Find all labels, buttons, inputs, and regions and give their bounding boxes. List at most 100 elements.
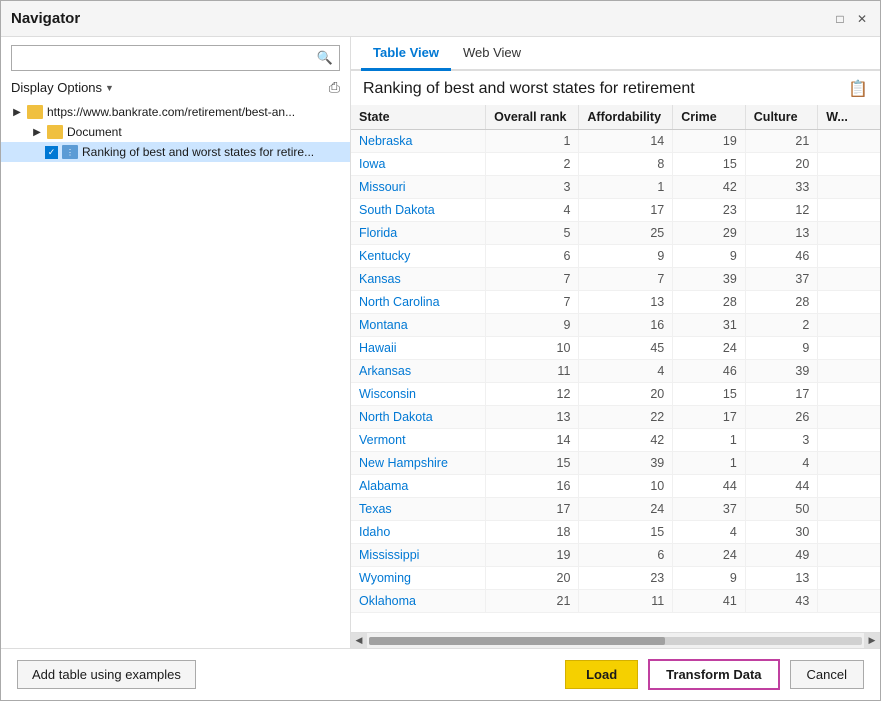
cell-state[interactable]: Mississippi [351, 544, 486, 567]
table-row: Iowa281520 [351, 153, 880, 176]
cell-state[interactable]: Wisconsin [351, 383, 486, 406]
scroll-left-button[interactable]: ◀ [351, 633, 367, 649]
search-button[interactable]: 🔍 [311, 46, 339, 70]
cell-afford: 14 [579, 130, 673, 153]
tree-arrow-url: ▶ [11, 107, 23, 118]
cell-culture: 49 [745, 544, 818, 567]
minimize-button[interactable]: □ [832, 11, 848, 27]
tab-web-view[interactable]: Web View [451, 37, 533, 71]
footer: Add table using examples Load Transform … [1, 648, 880, 700]
display-options-button[interactable]: Display Options ▼ [11, 80, 114, 95]
right-panel: Table View Web View Ranking of best and … [351, 37, 880, 648]
cell-crime: 24 [673, 337, 746, 360]
cell-state[interactable]: South Dakota [351, 199, 486, 222]
cell-state[interactable]: North Carolina [351, 291, 486, 314]
tree-checkbox-table[interactable]: ✓ [45, 146, 58, 159]
tab-table-view[interactable]: Table View [361, 37, 451, 71]
cell-state[interactable]: Vermont [351, 429, 486, 452]
tree-item-document[interactable]: ▶ Document [1, 122, 350, 142]
transform-data-button[interactable]: Transform Data [648, 659, 779, 690]
cell-afford: 6 [579, 544, 673, 567]
refresh-icon[interactable]: ⎙ [329, 79, 340, 96]
cell-w [818, 268, 880, 291]
table-row: Vermont144213 [351, 429, 880, 452]
content-header: Ranking of best and worst states for ret… [351, 71, 880, 105]
cell-crime: 9 [673, 245, 746, 268]
cell-state[interactable]: New Hampshire [351, 452, 486, 475]
cell-rank: 20 [486, 567, 579, 590]
table-row: Texas17243750 [351, 498, 880, 521]
search-bar: 🔍 [11, 45, 340, 71]
cell-rank: 7 [486, 291, 579, 314]
cell-state[interactable]: Arkansas [351, 360, 486, 383]
table-row: Alabama16104444 [351, 475, 880, 498]
tree-item-url[interactable]: ▶ https://www.bankrate.com/retirement/be… [1, 102, 350, 122]
close-button[interactable]: ✕ [854, 11, 870, 27]
cell-rank: 4 [486, 199, 579, 222]
table-scroll[interactable]: State Overall rank Affordability Crime C… [351, 105, 880, 632]
left-panel: 🔍 Display Options ▼ ⎙ ▶ https://www.bank… [1, 37, 351, 648]
table-row: Kansas773937 [351, 268, 880, 291]
cell-w [818, 567, 880, 590]
cell-state[interactable]: Iowa [351, 153, 486, 176]
table-header-row: State Overall rank Affordability Crime C… [351, 105, 880, 130]
cell-culture: 44 [745, 475, 818, 498]
cell-afford: 8 [579, 153, 673, 176]
cell-crime: 37 [673, 498, 746, 521]
cell-rank: 12 [486, 383, 579, 406]
cell-w [818, 590, 880, 613]
cell-rank: 6 [486, 245, 579, 268]
cell-state[interactable]: Kentucky [351, 245, 486, 268]
cell-state[interactable]: Florida [351, 222, 486, 245]
add-table-button[interactable]: Add table using examples [17, 660, 196, 689]
load-button[interactable]: Load [565, 660, 638, 689]
cancel-button[interactable]: Cancel [790, 660, 864, 689]
cell-rank: 11 [486, 360, 579, 383]
cell-state[interactable]: Idaho [351, 521, 486, 544]
tree-item-table[interactable]: ✓ ⋮ Ranking of best and worst states for… [1, 142, 350, 162]
cell-rank: 19 [486, 544, 579, 567]
cell-w [818, 521, 880, 544]
table-row: Idaho1815430 [351, 521, 880, 544]
cell-state[interactable]: Missouri [351, 176, 486, 199]
cell-w [818, 130, 880, 153]
cell-afford: 20 [579, 383, 673, 406]
footer-left: Add table using examples [17, 660, 196, 689]
cell-w [818, 176, 880, 199]
cell-afford: 23 [579, 567, 673, 590]
tree-document-label: Document [67, 125, 122, 139]
scroll-right-button[interactable]: ▶ [864, 633, 880, 649]
cell-state[interactable]: Oklahoma [351, 590, 486, 613]
cell-state[interactable]: Texas [351, 498, 486, 521]
cell-culture: 20 [745, 153, 818, 176]
export-icon[interactable]: 📋 [848, 79, 868, 99]
cell-culture: 50 [745, 498, 818, 521]
cell-crime: 1 [673, 429, 746, 452]
search-input[interactable] [12, 47, 311, 70]
cell-w [818, 222, 880, 245]
cell-culture: 13 [745, 222, 818, 245]
cell-culture: 46 [745, 245, 818, 268]
cell-state[interactable]: Nebraska [351, 130, 486, 153]
cell-rank: 7 [486, 268, 579, 291]
cell-culture: 9 [745, 337, 818, 360]
cell-state[interactable]: Wyoming [351, 567, 486, 590]
cell-w [818, 452, 880, 475]
tabs-row: Table View Web View [351, 37, 880, 71]
cell-state[interactable]: North Dakota [351, 406, 486, 429]
cell-state[interactable]: Kansas [351, 268, 486, 291]
cell-culture: 13 [745, 567, 818, 590]
cell-crime: 17 [673, 406, 746, 429]
cell-w [818, 544, 880, 567]
cell-rank: 3 [486, 176, 579, 199]
cell-state[interactable]: Alabama [351, 475, 486, 498]
window-controls: □ ✕ [832, 11, 870, 27]
cell-state[interactable]: Montana [351, 314, 486, 337]
cell-afford: 9 [579, 245, 673, 268]
horizontal-scrollbar[interactable]: ◀ ▶ [351, 632, 880, 648]
cell-afford: 24 [579, 498, 673, 521]
scroll-thumb [369, 637, 665, 645]
cell-state[interactable]: Hawaii [351, 337, 486, 360]
tree-arrow-doc: ▶ [31, 127, 43, 138]
table-row: Wyoming2023913 [351, 567, 880, 590]
